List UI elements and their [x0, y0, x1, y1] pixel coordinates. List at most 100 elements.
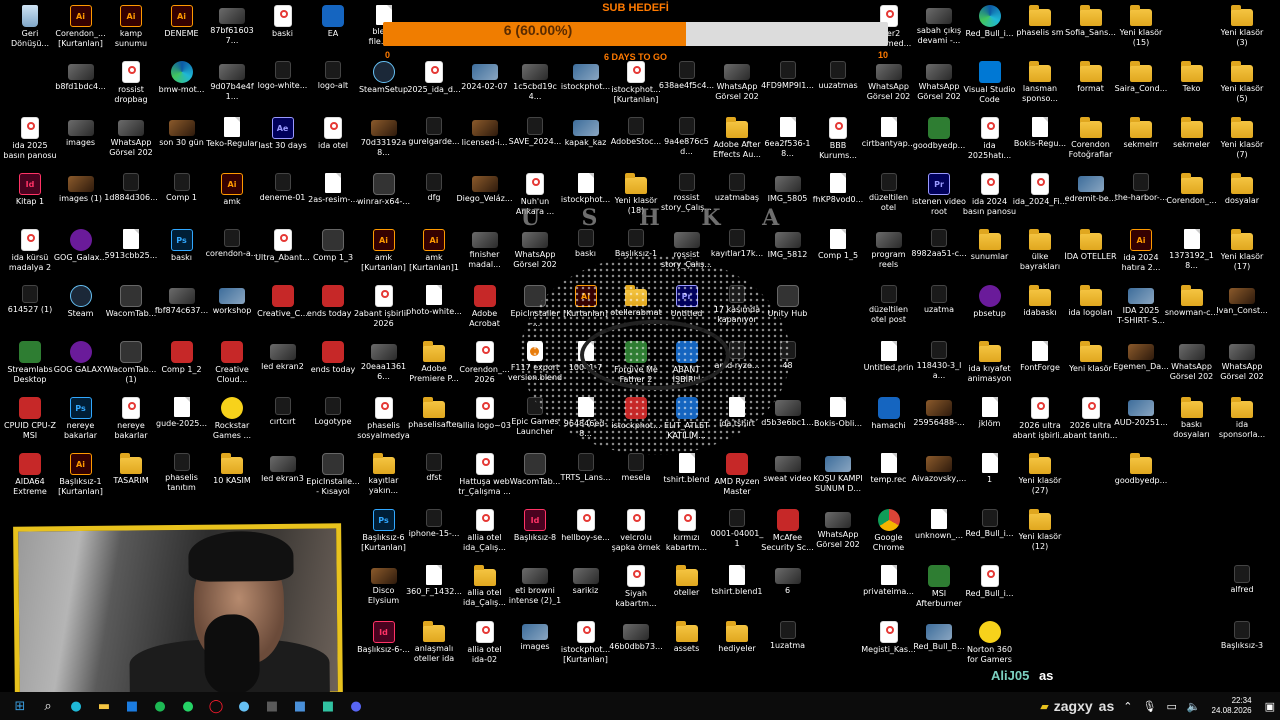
desktop-icon[interactable]: 5913cbb25... — [103, 226, 159, 276]
desktop-icon[interactable]: 70d33192a8... — [356, 114, 412, 164]
desktop-icon[interactable]: otellerabmat — [608, 282, 664, 332]
desktop-icon[interactable]: photo-white... — [406, 282, 462, 332]
desktop-icon[interactable]: anlaşmalı oteller ida — [406, 618, 462, 668]
desktop-icon[interactable]: baskı — [558, 226, 614, 276]
desktop-icon[interactable]: 17 kasımda kapanıyor — [709, 282, 765, 332]
desktop-icon[interactable]: Forgive Me Father 2 — [608, 338, 664, 388]
desktop-icon[interactable]: Ivan_Const... — [1214, 282, 1270, 332]
desktop-icon[interactable]: eti browni intense (2)_1 — [507, 562, 563, 612]
desktop-icon[interactable]: ida tshirt — [709, 394, 765, 444]
desktop-icon[interactable]: abant işbirlii 2026 — [356, 282, 412, 332]
desktop-icon[interactable]: Id Başlıksız-6-... — [356, 618, 412, 668]
clock[interactable]: 22:34 24.08.2026 — [1212, 696, 1252, 716]
desktop-icon[interactable]: Egemen_Da... — [1113, 338, 1169, 388]
desktop-icon[interactable]: tshirt.blend — [659, 450, 715, 500]
desktop-icon[interactable]: 87bf61603​7... — [204, 2, 260, 52]
taskbar-search[interactable]: ⌕ — [34, 692, 62, 720]
desktop-icon[interactable]: temp.rec — [861, 450, 917, 500]
desktop-icon[interactable]: BBB Kurums... — [810, 114, 866, 164]
desktop-icon[interactable]: sekmeler — [1164, 114, 1220, 164]
desktop-icon[interactable]: Yeni klasör (17) — [1214, 226, 1270, 276]
desktop-icon[interactable]: allia otel ida_Çalış... — [457, 562, 513, 612]
desktop-icon[interactable]: kapak_kaz — [558, 114, 614, 164]
desktop-icon[interactable]: Ai ida 2024 hatıra 2... — [1113, 226, 1169, 276]
desktop-icon[interactable]: KOŞU KAMPI SUNUM D... — [810, 450, 866, 500]
desktop-icon[interactable]: 25956488-... — [911, 394, 967, 444]
desktop-icon[interactable]: workshop — [204, 282, 260, 332]
desktop-icon[interactable]: 10 KASIM — [204, 450, 260, 500]
desktop-icon[interactable]: amd ryze... — [709, 338, 765, 388]
desktop-icon[interactable]: WacomTab... (1) — [103, 338, 159, 388]
notification-icon[interactable]: ▣ — [1265, 700, 1275, 713]
stream-alert-icon[interactable]: ▰ — [1040, 700, 1048, 713]
desktop-icon[interactable]: Corendon_... 2026 — [457, 338, 513, 388]
desktop-icon[interactable]: 1uzatma — [760, 618, 816, 668]
desktop-icon[interactable]: Disco Elysium — [356, 562, 412, 612]
desktop-icon[interactable]: ends today 2 — [305, 282, 361, 332]
desktop-icon[interactable]: logo-white... — [255, 58, 311, 108]
desktop-icon[interactable]: McAfee Security Sc... — [760, 506, 816, 556]
desktop-icon[interactable]: ida 2025hatı... — [962, 114, 1018, 164]
desktop-icon[interactable]: Rockstar Games ... — [204, 394, 260, 444]
desktop-icon[interactable]: 10041-7 — [558, 338, 614, 388]
desktop-icon[interactable]: düzeltilen otel — [861, 170, 917, 220]
desktop-icon[interactable]: alfred — [1214, 562, 1270, 612]
desktop-icon[interactable]: istockphot... — [608, 394, 664, 444]
desktop-icon[interactable]: dfg — [406, 170, 462, 220]
desktop-icon[interactable]: Ai Başlıksız-1 [Kurtanlan] — [53, 450, 109, 500]
desktop-icon[interactable]: format — [1063, 58, 1119, 108]
desktop-icon[interactable]: Yeni klasör (3) — [1214, 2, 1270, 52]
desktop-icon[interactable]: Adobe After Effects Au... — [709, 114, 765, 164]
desktop-icon[interactable]: images — [53, 114, 109, 164]
desktop-icon[interactable]: sunumlar — [962, 226, 1018, 276]
network-icon[interactable]: ▭ — [1166, 700, 1176, 713]
desktop-icon[interactable]: edremit-be... — [1063, 170, 1119, 220]
taskbar-steam[interactable]: ● — [230, 692, 258, 720]
desktop-icon[interactable]: sarikiz — [558, 562, 614, 612]
desktop-icon[interactable]: Bokis-Regu... — [1012, 114, 1068, 164]
desktop-icon[interactable]: MSI Afterburner — [911, 562, 967, 612]
desktop-icon[interactable]: hamachi — [861, 394, 917, 444]
desktop-icon[interactable]: Ai amk [Kurtanlan]1 — [406, 226, 462, 276]
desktop-icon[interactable]: cırtcırt — [255, 394, 311, 444]
desktop-icon[interactable]: pbsetup — [962, 282, 1018, 332]
desktop-icon[interactable]: Nuh'un Ankara ... — [507, 170, 563, 220]
desktop-icon[interactable]: WacomTab... — [103, 282, 159, 332]
chevron-up-icon[interactable]: ⌃ — [1123, 700, 1132, 713]
desktop-icon[interactable]: Pr istenen video root — [911, 170, 967, 220]
desktop-icon[interactable]: Red_Bull_i... — [962, 2, 1018, 52]
desktop-icon[interactable]: nereye bakarlar — [103, 394, 159, 444]
desktop-icon[interactable]: Adobe Acrobat — [457, 282, 513, 332]
desktop-icon[interactable]: privateima... — [861, 562, 917, 612]
desktop-icon[interactable]: ülke bayrakları — [1012, 226, 1068, 276]
desktop-icon[interactable]: Saira_Cond... — [1113, 58, 1169, 108]
desktop-icon[interactable]: hediyeler — [709, 618, 765, 668]
desktop-icon[interactable]: led ekran3 — [255, 450, 311, 500]
desktop-icon[interactable]: assets — [659, 618, 715, 668]
desktop-icon[interactable]: Logotype — [305, 394, 361, 444]
desktop-icon[interactable]: Ai kamp sunumu — [103, 2, 159, 52]
desktop-icon[interactable]: Yeni klasör (15) — [1113, 2, 1169, 52]
desktop-icon[interactable]: Comp 1 — [154, 170, 210, 220]
desktop-icon[interactable]: phaselis sm — [1012, 2, 1068, 52]
desktop-icon[interactable]: Başlıksız-3 — [1214, 618, 1270, 668]
desktop-icon[interactable]: AIDA64 Extreme — [2, 450, 58, 500]
desktop-icon[interactable]: fhKP8vod0... — [810, 170, 866, 220]
desktop-icon[interactable]: AMD Ryzen Master — [709, 450, 765, 500]
desktop-icon[interactable]: Başlıksız-1 — [608, 226, 664, 276]
desktop-icon[interactable]: fbf874c637... — [154, 282, 210, 332]
desktop-icon[interactable]: deneme-01 — [255, 170, 311, 220]
desktop-icon[interactable]: Yeni klasör (5) — [1214, 58, 1270, 108]
desktop-icon[interactable]: Ultra_Abant... — [255, 226, 311, 276]
taskbar-app-a[interactable]: ■ — [258, 692, 286, 720]
desktop-icon[interactable]: Megisti_Kas... — [861, 618, 917, 668]
desktop-icon[interactable]: Red_Bull_B... — [911, 618, 967, 668]
desktop-icon[interactable]: sweat video — [760, 450, 816, 500]
desktop-icon[interactable]: WacomTab... — [507, 450, 563, 500]
desktop-icon[interactable]: Yeni klasör (18) — [608, 170, 664, 220]
desktop-icon[interactable]: CPUID CPU-Z MSI — [2, 394, 58, 444]
desktop-icon[interactable]: Comp 1_2 — [154, 338, 210, 388]
desktop-icon[interactable]: Ae last 30 days — [255, 114, 311, 164]
desktop-icon[interactable]: Ai DENEME — [154, 2, 210, 52]
desktop-icon[interactable]: b8fd1bdc4... — [53, 58, 109, 108]
